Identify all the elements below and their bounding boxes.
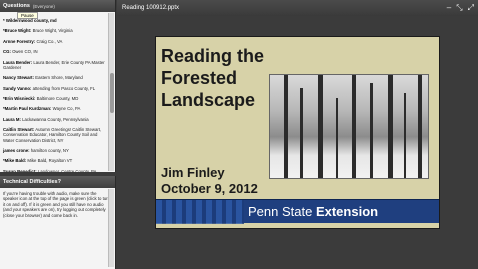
- question-item: Caitlin Stewart: Autumn Greetings! Caitl…: [3, 127, 106, 143]
- question-author: Susan Benedict:: [3, 168, 37, 172]
- scrollbar-thumb[interactable]: [110, 73, 114, 113]
- question-text: Eastern Shore, Maryland: [35, 75, 83, 81]
- question-text: Owen CO, IN: [12, 49, 38, 55]
- question-author: *Erin Wisniecki:: [3, 95, 36, 101]
- presentation-header: Reading 100912.pptx ‒ ⤡ ⤢: [117, 0, 478, 16]
- banner-stripes: [156, 200, 244, 224]
- webinar-app: Questions (Everyone) Pause * Wildernwood…: [0, 0, 478, 269]
- tech-body: If you're having trouble with audio, mak…: [3, 191, 111, 218]
- questions-title: Questions: [3, 3, 30, 9]
- restore-icon[interactable]: ⤡: [456, 3, 462, 12]
- forest-photo: [269, 74, 429, 179]
- question-author: *Martin Paul Kurdzman:: [3, 106, 52, 112]
- presentation-date: October 9, 2012: [161, 181, 258, 196]
- question-author: *Bruce Wight:: [3, 28, 32, 34]
- speaker-name: Jim Finley: [161, 165, 225, 180]
- question-item: *Mike Bald: Mike Bald, Royalton VT: [3, 158, 106, 163]
- question-author: Laura M:: [3, 116, 21, 122]
- window-controls: ‒ ⤡ ⤢: [447, 3, 474, 12]
- banner-text-regular: Penn State: [248, 204, 316, 219]
- questions-header: Questions (Everyone): [0, 0, 115, 12]
- question-item: * Wildernwood county, md: [3, 18, 106, 23]
- question-text: Wayne Co, PA: [52, 106, 81, 112]
- question-text: Bruce Wight, Virginia: [32, 28, 73, 34]
- question-author: *Mike Bald:: [3, 158, 27, 164]
- banner-text-bold: Extension: [315, 204, 379, 219]
- question-text: Baltimore County, MD: [36, 95, 79, 101]
- question-text: Lackawanna County, Pennsylvania: [22, 116, 89, 122]
- banner-logo-text: Penn State Extension: [248, 204, 378, 220]
- question-text: Craig Co., VA: [36, 38, 63, 44]
- slide-speaker-block: Jim Finley October 9, 2012: [161, 165, 258, 197]
- question-item: Laura M: Lackawanna County, Pennsylvania: [3, 117, 106, 122]
- question-author: Nancy Stewart:: [3, 75, 35, 81]
- questions-audience: (Everyone): [32, 3, 55, 9]
- question-author: CG:: [3, 49, 11, 55]
- tech-scrollbar[interactable]: [108, 189, 114, 267]
- penn-state-banner: Penn State Extension: [156, 199, 439, 224]
- maximize-icon[interactable]: ⤢: [468, 3, 474, 12]
- presentation-slide: Reading the Forested Landscape Jim Finle…: [155, 36, 440, 229]
- question-item: Sandy Vanno: attending from Pasco County…: [3, 86, 106, 91]
- question-text: attending from Pasco County, FL: [32, 85, 96, 91]
- question-item: *Martin Paul Kurdzman: Wayne Co, PA: [3, 106, 106, 111]
- question-item: Nancy Stewart: Eastern Shore, Maryland: [3, 75, 106, 80]
- question-author: * Wildernwood county, md: [3, 18, 57, 23]
- question-item: Arnne Forestry: Craig Co., VA: [3, 39, 106, 44]
- question-item: Susan Benedict: Landowner, Centre County…: [3, 169, 106, 172]
- question-item: james crone: hamilton county, NY: [3, 148, 106, 153]
- question-item: *Erin Wisniecki: Baltimore County, MD: [3, 96, 106, 101]
- question-author: Sandy Vanno:: [3, 85, 32, 91]
- tech-panel: Technical Difficulties? If you're having…: [0, 176, 116, 269]
- question-text: hamilton county, NY: [30, 147, 69, 153]
- presentation-filename: Reading 100912.pptx: [122, 5, 180, 11]
- tech-header: Technical Difficulties?: [0, 176, 115, 188]
- question-item: *Bruce Wight: Bruce Wight, Virginia: [3, 28, 106, 33]
- question-author: james crone:: [3, 147, 30, 153]
- questions-list: * Wildernwood county, md *Bruce Wight: B…: [0, 18, 108, 172]
- question-item: CG: Owen CO, IN: [3, 49, 106, 54]
- tech-title: Technical Difficulties?: [3, 179, 61, 185]
- question-author: Arnne Forestry:: [3, 38, 36, 44]
- question-item: Laura Bender: Laura Bender, Erie County …: [3, 60, 106, 70]
- question-text: Mike Bald, Royalton VT: [27, 158, 73, 164]
- questions-scrollbar[interactable]: [108, 13, 114, 171]
- question-text: Landowner, Centre County, PA: [37, 168, 97, 172]
- minimize-icon[interactable]: ‒: [447, 3, 451, 12]
- questions-panel: Questions (Everyone) Pause * Wildernwood…: [0, 0, 116, 172]
